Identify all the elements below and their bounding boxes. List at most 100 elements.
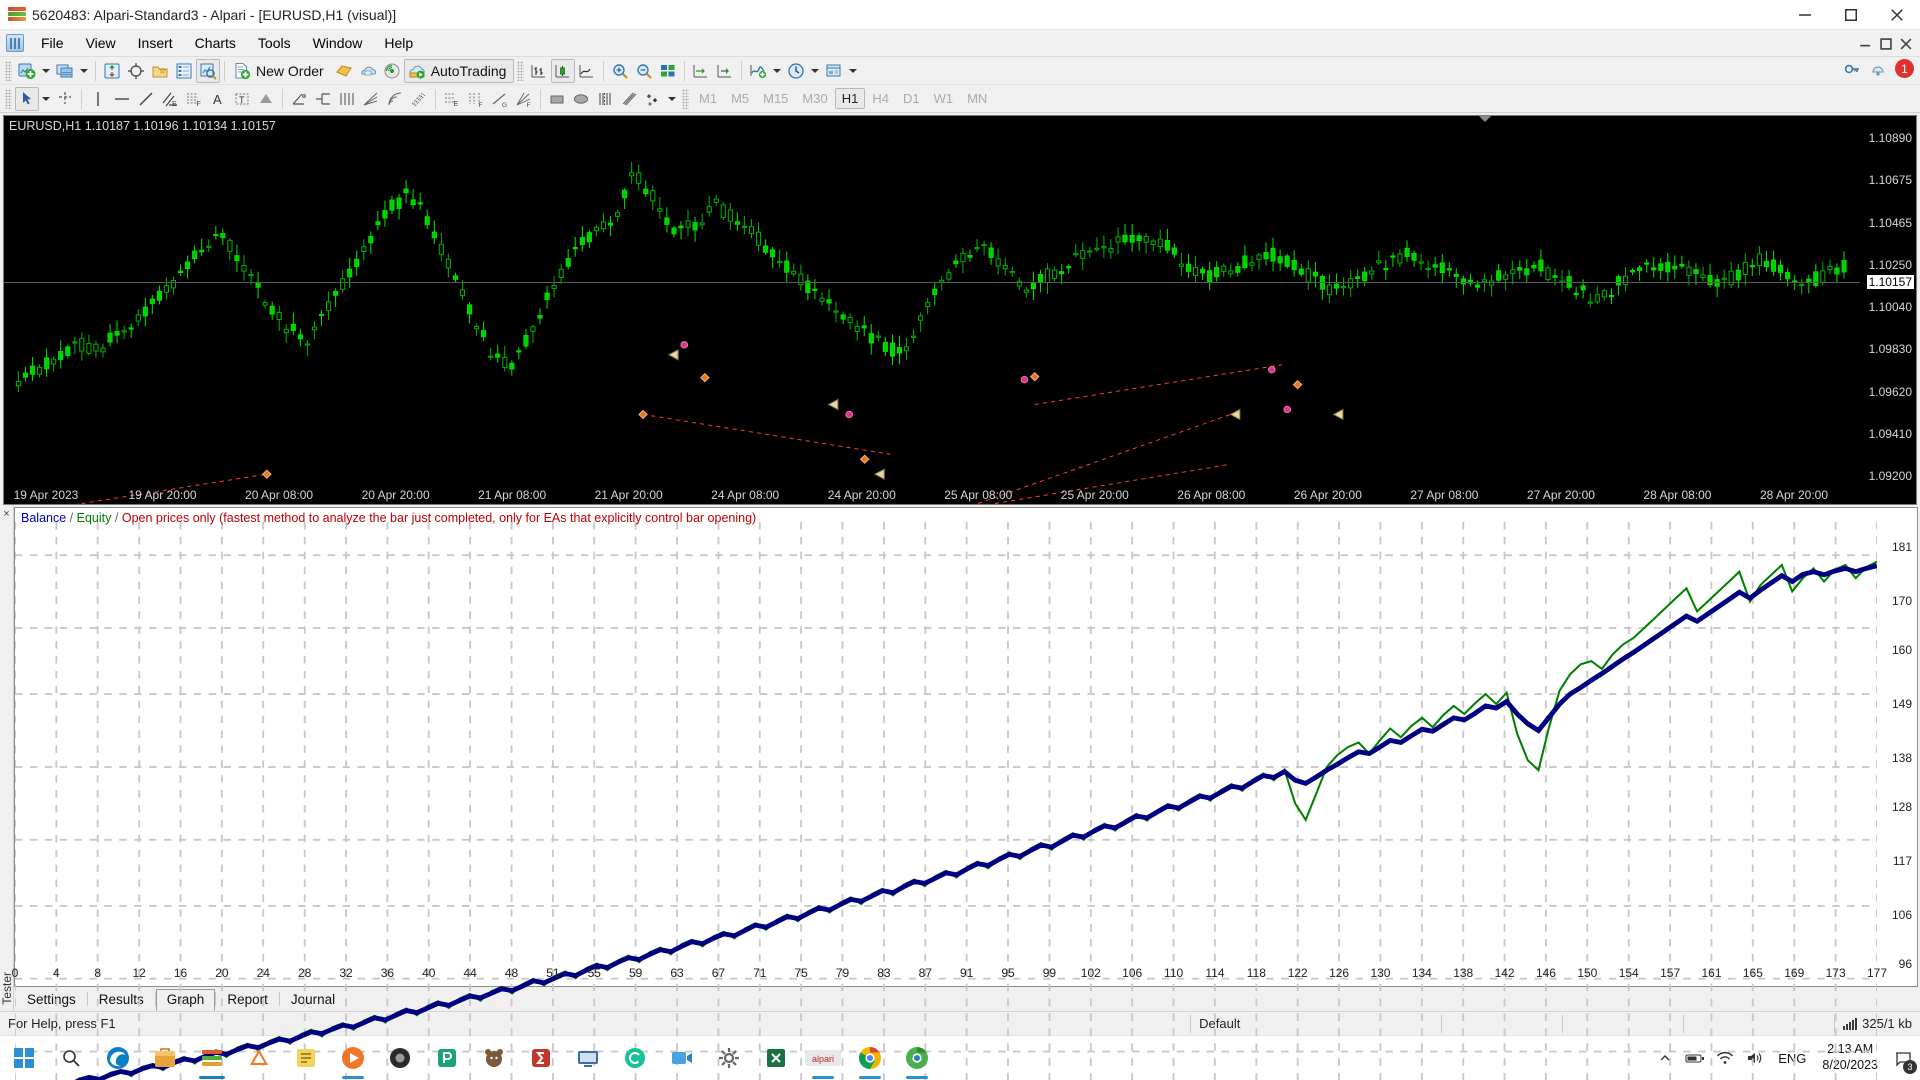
terminal-button[interactable] [172, 59, 196, 83]
taskbar-microsoft-store[interactable] [141, 1036, 188, 1080]
notification-center-button[interactable]: 3 [1886, 1036, 1920, 1080]
fibo-channel-tool-button[interactable] [407, 87, 431, 111]
market-watch-button[interactable] [100, 59, 124, 83]
shift-end-button[interactable] [689, 59, 713, 83]
time-axis[interactable]: 19 Apr 2023 19 Apr 20:00 20 Apr 08:00 20 Ap… [4, 486, 1860, 504]
expert-advisors-button[interactable] [356, 59, 380, 83]
text-tool-button[interactable]: A [206, 87, 230, 111]
taskbar-bear-app[interactable] [470, 1036, 517, 1080]
angle-tool-button[interactable] [287, 87, 311, 111]
triangle-tool-button[interactable] [593, 87, 617, 111]
gann-fan-tool-button[interactable]: F [512, 87, 536, 111]
new-chart-dropdown-icon[interactable] [42, 68, 50, 73]
ellipse-tool-button[interactable] [569, 87, 593, 111]
indicators-dropdown-icon[interactable] [773, 68, 782, 73]
taskbar-edge-browser[interactable] [94, 1036, 141, 1080]
taskbar-metatrader4[interactable] [188, 1036, 235, 1080]
fibo-time-tool-button[interactable]: F [464, 87, 488, 111]
taskbar-media-player[interactable] [329, 1036, 376, 1080]
data-window-button[interactable] [124, 59, 148, 83]
taskbar-chrome-browser[interactable] [846, 1036, 893, 1080]
cycle-lines-tool-button[interactable] [335, 87, 359, 111]
taskbar-pdf-editor[interactable] [423, 1036, 470, 1080]
menu-help[interactable]: Help [373, 31, 424, 55]
timeframe-h1[interactable]: H1 [834, 88, 866, 109]
maximize-button[interactable] [1828, 0, 1874, 30]
candlestick-chart-button[interactable] [551, 58, 576, 83]
tile-windows-button[interactable] [656, 59, 680, 83]
tester-close-icon[interactable]: × [3, 508, 9, 520]
timeframe-m30[interactable]: M30 [795, 88, 834, 109]
arrow-up-tool-button[interactable] [254, 87, 278, 111]
equidistant-channel-tool-button[interactable]: E [158, 87, 182, 111]
toolbar-grip[interactable] [517, 60, 525, 81]
periods-dropdown-icon[interactable] [811, 68, 820, 73]
close-button[interactable] [1874, 0, 1920, 30]
taskbar-recorder-app[interactable] [376, 1036, 423, 1080]
taskbar-alpari-app[interactable]: alpari [799, 1036, 846, 1080]
fibo-arc-tool-button[interactable] [383, 87, 407, 111]
fibo-expansion-tool-button[interactable]: E [440, 87, 464, 111]
menu-charts[interactable]: Charts [184, 31, 247, 55]
text-label-tool-button[interactable]: T [230, 87, 254, 111]
horizontal-line-tool-button[interactable] [110, 87, 134, 111]
taskbar-antivirus-app[interactable] [235, 1036, 282, 1080]
taskbar-settings-app[interactable] [705, 1036, 752, 1080]
zoom-in-button[interactable] [608, 59, 632, 83]
metaeditor-button[interactable] [332, 59, 356, 83]
toolbar-grip[interactable] [5, 88, 12, 109]
arrows-dropdown-icon[interactable] [668, 96, 676, 101]
bar-chart-button[interactable] [527, 59, 551, 83]
rectangle-tool-button[interactable] [545, 87, 569, 111]
timeframe-d1[interactable]: D1 [896, 88, 927, 109]
key-icon[interactable] [1843, 60, 1861, 78]
timeframe-h4[interactable]: H4 [865, 88, 896, 109]
strategy-tester-button[interactable] [196, 58, 220, 83]
timeframe-grip[interactable] [682, 88, 689, 109]
taskbar-filezilla[interactable] [517, 1036, 564, 1080]
menu-view[interactable]: View [75, 31, 127, 55]
minimize-button[interactable] [1782, 0, 1828, 30]
alert-count-badge[interactable]: 1 [1895, 59, 1914, 78]
line-chart-button[interactable] [575, 59, 599, 83]
timeframe-m15[interactable]: M15 [756, 88, 795, 109]
search-button[interactable] [47, 1036, 94, 1080]
alert-bell-icon[interactable] [1869, 60, 1887, 78]
taskbar-notepad-app[interactable] [282, 1036, 329, 1080]
periods-button[interactable] [784, 59, 808, 83]
signals-button[interactable] [380, 59, 404, 83]
fibonacci-tool-button[interactable]: F [182, 87, 206, 111]
new-chart-button[interactable] [15, 59, 39, 83]
taskbar-remote-desktop[interactable] [564, 1036, 611, 1080]
mdi-minimize-button[interactable] [1856, 34, 1876, 54]
profiles-button[interactable] [53, 59, 77, 83]
price-axis[interactable]: 1.10890 1.10675 1.10465 1.10250 1.10040 1.098… [1860, 116, 1916, 504]
timeframe-w1[interactable]: W1 [927, 88, 961, 109]
templates-button[interactable] [822, 59, 846, 83]
crosshair-tool-button[interactable] [53, 87, 77, 111]
cursor-dropdown-icon[interactable] [42, 96, 50, 101]
auto-scroll-button[interactable] [713, 59, 737, 83]
trendline-tool-button[interactable] [134, 87, 158, 111]
toolbar-grip[interactable] [5, 60, 12, 81]
menu-insert[interactable]: Insert [127, 31, 184, 55]
fibo-fan-tool-button[interactable] [359, 87, 383, 111]
gann-line-tool-button[interactable]: G [488, 87, 512, 111]
new-order-button[interactable]: New Order [229, 59, 332, 83]
tester-graph[interactable]: Balance / Equity / Open prices only (fas… [12, 507, 1918, 1080]
price-chart[interactable]: EURUSD,H1 1.10187 1.10196 1.10134 1.1015… [3, 115, 1917, 505]
mdi-close-button[interactable] [1896, 34, 1916, 54]
timeframe-m5[interactable]: M5 [724, 88, 756, 109]
profiles-dropdown-icon[interactable] [80, 68, 88, 73]
timeframe-m1[interactable]: M1 [692, 88, 724, 109]
vertical-line-tool-button[interactable] [86, 87, 110, 111]
menu-file[interactable]: File [30, 31, 75, 55]
taskbar-video-app[interactable] [658, 1036, 705, 1080]
start-button[interactable] [0, 1036, 47, 1080]
standard-deviation-tool-button[interactable] [617, 87, 641, 111]
andrews-pitchfork-tool-button[interactable] [311, 87, 335, 111]
templates-dropdown-icon[interactable] [849, 68, 858, 73]
taskbar-chrome-beta-browser[interactable] [893, 1036, 940, 1080]
menu-window[interactable]: Window [302, 31, 374, 55]
taskbar-grammarly[interactable] [611, 1036, 658, 1080]
